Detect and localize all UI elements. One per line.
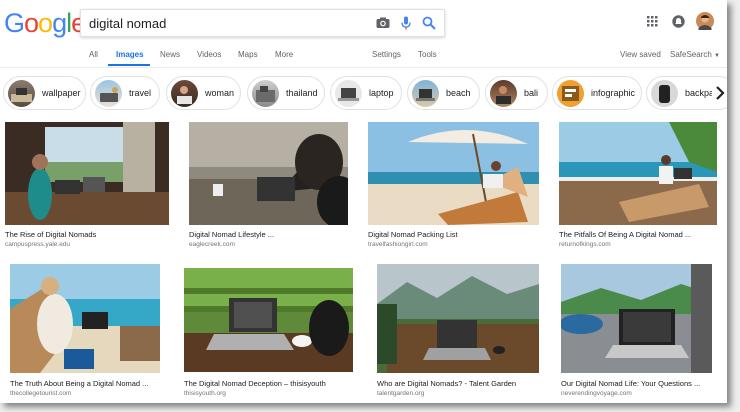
result-image-art bbox=[561, 264, 712, 373]
search-box bbox=[80, 9, 445, 37]
chips-next-button[interactable] bbox=[712, 80, 727, 106]
nav-divider bbox=[0, 67, 727, 68]
result-image[interactable] bbox=[189, 122, 348, 225]
chip-thumb-art bbox=[11, 88, 32, 102]
result-source: campuspress.yale.edu bbox=[5, 241, 71, 248]
chip-thumbnail bbox=[252, 80, 279, 107]
result-image[interactable] bbox=[561, 264, 712, 373]
chip-woman[interactable]: woman bbox=[166, 76, 241, 110]
chip-label: woman bbox=[205, 88, 235, 98]
result-title[interactable]: The Truth About Being a Digital Nomad ..… bbox=[10, 379, 148, 388]
result-image-art bbox=[184, 268, 353, 372]
chip-thumbnail bbox=[8, 80, 35, 107]
chip-thumb-art bbox=[338, 88, 359, 101]
chip-thumb-art bbox=[416, 89, 435, 101]
result-title[interactable]: The Rise of Digital Nomads bbox=[5, 230, 96, 239]
chip-infographic[interactable]: infographic bbox=[552, 76, 642, 110]
tools-link[interactable]: Tools bbox=[418, 50, 437, 59]
chip-thumbnail bbox=[95, 80, 122, 107]
tab-maps[interactable]: Maps bbox=[238, 50, 258, 59]
result-title[interactable]: Our Digital Nomad Life: Your Questions .… bbox=[561, 379, 700, 388]
chip-label: bali bbox=[524, 88, 539, 98]
chip-label: wallpaper bbox=[42, 88, 81, 98]
result-source: talentgarden.org bbox=[377, 390, 425, 397]
result-title[interactable]: Who are Digital Nomads? - Talent Garden bbox=[377, 379, 516, 388]
chip-thumbnail bbox=[557, 80, 584, 107]
result-title[interactable]: The Digital Nomad Deception – thisisyout… bbox=[184, 379, 326, 388]
safesearch-menu[interactable]: SafeSearch ▼ bbox=[670, 50, 720, 59]
result-image[interactable] bbox=[377, 264, 539, 373]
result-source: travelfashiongirl.com bbox=[368, 241, 428, 248]
camera-icon[interactable] bbox=[375, 15, 391, 31]
result-title[interactable]: Digital Nomad Packing List bbox=[368, 230, 458, 239]
result-source: eaglecreek.com bbox=[189, 241, 235, 248]
chip-label: backpa bbox=[685, 88, 715, 98]
result-image[interactable] bbox=[184, 268, 353, 372]
tab-all[interactable]: All bbox=[89, 50, 98, 59]
safesearch-label: SafeSearch bbox=[670, 50, 712, 59]
tab-videos[interactable]: Videos bbox=[197, 50, 221, 59]
result-image[interactable] bbox=[559, 122, 717, 225]
result-image[interactable] bbox=[10, 264, 160, 373]
settings-link[interactable]: Settings bbox=[372, 50, 401, 59]
result-image-art bbox=[5, 122, 169, 225]
chip-thumbnail bbox=[335, 80, 362, 107]
search-input[interactable] bbox=[89, 14, 359, 32]
tab-more[interactable]: More bbox=[275, 50, 293, 59]
view-saved-link[interactable]: View saved bbox=[620, 50, 661, 59]
result-image-art bbox=[368, 122, 539, 225]
apps-grid-icon[interactable] bbox=[647, 16, 658, 27]
chip-label: travel bbox=[129, 88, 152, 98]
chip-laptop[interactable]: laptop bbox=[330, 76, 402, 110]
chip-label: beach bbox=[446, 88, 471, 98]
search-icon[interactable] bbox=[421, 15, 437, 31]
result-title[interactable]: Digital Nomad Lifestyle ... bbox=[189, 230, 274, 239]
result-image[interactable] bbox=[368, 122, 539, 225]
result-image-art bbox=[559, 122, 717, 225]
tab-images[interactable]: Images bbox=[116, 50, 144, 59]
chip-thumb-art bbox=[177, 86, 192, 104]
chip-thumb-art bbox=[100, 87, 118, 102]
chip-thumb-art bbox=[659, 85, 670, 103]
result-title[interactable]: The Pitfalls Of Being A Digital Nomad ..… bbox=[559, 230, 691, 239]
chip-wallpaper[interactable]: wallpaper bbox=[3, 76, 86, 110]
chip-beach[interactable]: beach bbox=[407, 76, 480, 110]
chip-label: thailand bbox=[286, 88, 318, 98]
caret-down-icon: ▼ bbox=[714, 53, 720, 59]
google-logo[interactable]: Google bbox=[4, 9, 86, 37]
result-image[interactable] bbox=[5, 122, 169, 225]
result-source: returnofkings.com bbox=[559, 241, 611, 248]
result-image-art bbox=[377, 264, 539, 373]
result-source: neverendingvoyage.com bbox=[561, 390, 632, 397]
chevron-right-icon bbox=[716, 86, 725, 100]
related-searches: wallpaper travel woman thailand laptop b… bbox=[0, 76, 727, 112]
chip-thumbnail bbox=[651, 80, 678, 107]
result-source: thisisyouth.org bbox=[184, 390, 226, 397]
chip-thumb-art bbox=[562, 86, 579, 101]
microphone-icon[interactable] bbox=[398, 15, 414, 31]
result-image-art bbox=[189, 122, 348, 225]
chip-travel[interactable]: travel bbox=[90, 76, 160, 110]
notifications-icon[interactable] bbox=[672, 15, 685, 28]
active-tab-indicator bbox=[108, 64, 150, 66]
chip-label: infographic bbox=[591, 88, 636, 98]
chip-thumbnail bbox=[490, 80, 517, 107]
tab-news[interactable]: News bbox=[160, 50, 180, 59]
chip-thumbnail bbox=[412, 80, 439, 107]
chip-thumb-art bbox=[256, 86, 275, 102]
chip-bali[interactable]: bali bbox=[485, 76, 548, 110]
avatar[interactable] bbox=[696, 12, 714, 30]
chip-thailand[interactable]: thailand bbox=[247, 76, 325, 110]
result-source: thecollegetourist.com bbox=[10, 390, 72, 397]
chip-thumbnail bbox=[171, 80, 198, 107]
page: Google digital nomad All Images News Vid… bbox=[0, 0, 727, 403]
result-image-art bbox=[10, 264, 160, 373]
chip-label: laptop bbox=[369, 88, 394, 98]
chip-thumb-art bbox=[496, 86, 511, 104]
